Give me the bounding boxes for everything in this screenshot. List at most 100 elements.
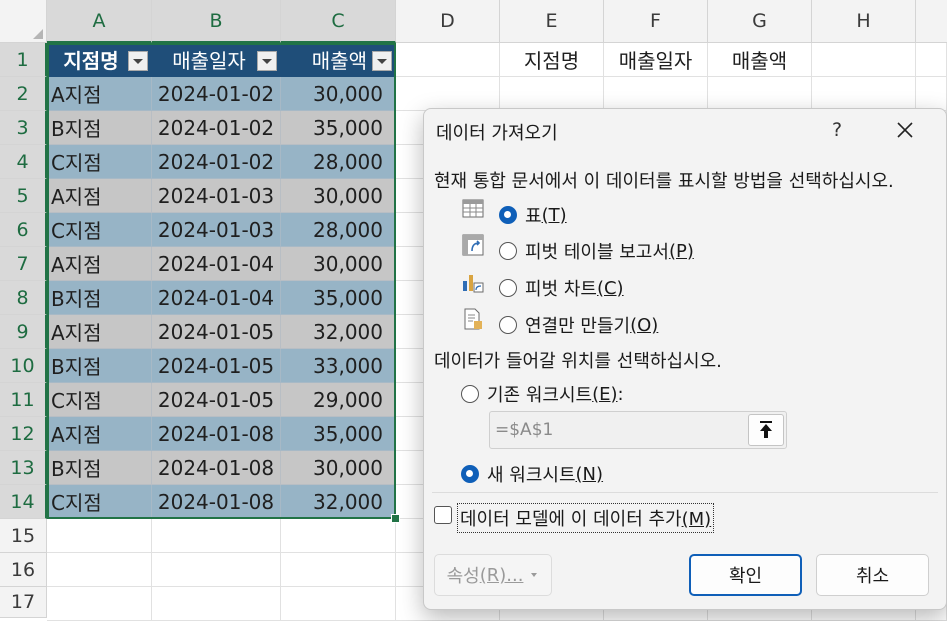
table-cell[interactable]: 2024-01-04	[152, 247, 281, 281]
empty-cell[interactable]	[47, 519, 152, 553]
table-cell[interactable]: 35,000	[281, 417, 396, 451]
row-header-6[interactable]: 6	[0, 213, 47, 247]
filter-dropdown-button[interactable]	[372, 51, 392, 71]
table-cell[interactable]: 32,000	[281, 485, 396, 519]
option-pivot-table[interactable]: 피벗 테이블 보고서 (P)	[499, 238, 694, 264]
empty-cell[interactable]	[152, 587, 281, 621]
column-header-next[interactable]	[916, 0, 947, 43]
table-cell[interactable]: C지점	[47, 145, 152, 179]
row-header-14[interactable]: 14	[0, 485, 47, 519]
filter-dropdown-button[interactable]	[257, 51, 277, 71]
empty-cell[interactable]	[604, 77, 708, 111]
option-pivot-chart[interactable]: 피벗 차트 (C)	[499, 275, 624, 301]
table-cell[interactable]: B지점	[47, 281, 152, 315]
data-model-label[interactable]: 데이터 모델에 이 데이터 추가(M)	[457, 503, 715, 533]
select-all-corner[interactable]	[0, 0, 47, 43]
ok-button[interactable]: 확인	[689, 554, 802, 596]
option-existing-worksheet[interactable]: 기존 워크시트 (E):	[461, 381, 624, 407]
table-cell[interactable]: 29,000	[281, 383, 396, 417]
column-header-f[interactable]: F	[604, 0, 708, 43]
table-cell[interactable]: 2024-01-05	[152, 349, 281, 383]
column-header-d[interactable]: D	[396, 0, 500, 43]
column-header-g[interactable]: G	[708, 0, 812, 43]
table-cell[interactable]: A지점	[47, 417, 152, 451]
cell-reference-input[interactable]: =$A$1	[489, 411, 787, 449]
table-cell[interactable]: C지점	[47, 485, 152, 519]
table-cell[interactable]: 2024-01-02	[152, 111, 281, 145]
table-cell[interactable]: 35,000	[281, 281, 396, 315]
table-cell[interactable]: 28,000	[281, 145, 396, 179]
empty-cell[interactable]	[47, 587, 152, 621]
column-header-h[interactable]: H	[812, 0, 916, 43]
empty-cell[interactable]	[281, 519, 396, 553]
empty-cell[interactable]	[152, 553, 281, 587]
table-cell[interactable]: 30,000	[281, 77, 396, 111]
table-cell[interactable]: C지점	[47, 383, 152, 417]
cancel-button[interactable]: 취소	[816, 554, 929, 596]
option-new-worksheet[interactable]: 새 워크시트 (N)	[461, 461, 603, 487]
table-cell[interactable]: 35,000	[281, 111, 396, 145]
empty-cell[interactable]	[281, 587, 396, 621]
table-cell[interactable]: 30,000	[281, 451, 396, 485]
column-header-b[interactable]: B	[152, 0, 281, 43]
row-header-13[interactable]: 13	[0, 451, 47, 485]
empty-cell[interactable]	[152, 519, 281, 553]
row-header-16[interactable]: 16	[0, 553, 47, 587]
table-cell[interactable]: 2024-01-02	[152, 77, 281, 111]
table-cell[interactable]: A지점	[47, 247, 152, 281]
table-cell[interactable]: 30,000	[281, 179, 396, 213]
empty-cell[interactable]	[916, 43, 947, 77]
connection-only-radio[interactable]	[499, 316, 517, 334]
table-header-cell[interactable]: 지점명	[47, 43, 152, 77]
option-connection-only[interactable]: 연결만 만들기 (O)	[499, 312, 658, 338]
table-cell[interactable]: 32,000	[281, 315, 396, 349]
row-header-17[interactable]: 17	[0, 587, 47, 618]
column-header-e[interactable]: E	[500, 0, 604, 43]
table-cell[interactable]: A지점	[47, 179, 152, 213]
row-header-12[interactable]: 12	[0, 417, 47, 451]
empty-cell[interactable]	[396, 77, 500, 111]
empty-cell[interactable]	[812, 43, 916, 77]
filter-dropdown-button[interactable]	[128, 51, 148, 71]
row-header-7[interactable]: 7	[0, 247, 47, 281]
empty-cell[interactable]	[708, 77, 812, 111]
row-header-9[interactable]: 9	[0, 315, 47, 349]
table-cell[interactable]: B지점	[47, 111, 152, 145]
properties-button[interactable]: 속성 (R)...	[434, 554, 552, 596]
row-header-1[interactable]: 1	[0, 43, 47, 77]
empty-cell[interactable]	[47, 553, 152, 587]
column-header-c[interactable]: C	[281, 0, 396, 43]
cell-e1[interactable]: 지점명	[500, 43, 604, 77]
table-cell[interactable]: 28,000	[281, 213, 396, 247]
table-cell[interactable]: A지점	[47, 315, 152, 349]
table-header-cell[interactable]: 매출일자	[152, 43, 281, 77]
row-header-4[interactable]: 4	[0, 145, 47, 179]
table-cell[interactable]: 2024-01-03	[152, 213, 281, 247]
table-radio[interactable]	[499, 206, 517, 224]
empty-cell[interactable]	[500, 77, 604, 111]
table-cell[interactable]: 2024-01-05	[152, 315, 281, 349]
cell-f1[interactable]: 매출일자	[604, 43, 708, 77]
empty-cell[interactable]	[916, 77, 947, 111]
column-header-a[interactable]: A	[47, 0, 152, 43]
table-cell[interactable]: 2024-01-02	[152, 145, 281, 179]
data-model-checkbox[interactable]	[434, 506, 452, 524]
pivot-table-radio[interactable]	[499, 242, 517, 260]
row-header-15[interactable]: 15	[0, 519, 47, 553]
table-header-cell[interactable]: 매출액	[281, 43, 396, 77]
row-header-5[interactable]: 5	[0, 179, 47, 213]
table-cell[interactable]: C지점	[47, 213, 152, 247]
row-header-10[interactable]: 10	[0, 349, 47, 383]
row-header-3[interactable]: 3	[0, 111, 47, 145]
option-table[interactable]: 표 (T)	[499, 202, 567, 228]
row-header-2[interactable]: 2	[0, 77, 47, 111]
table-cell[interactable]: 30,000	[281, 247, 396, 281]
table-cell[interactable]: B지점	[47, 349, 152, 383]
row-header-8[interactable]: 8	[0, 281, 47, 315]
table-cell[interactable]: 2024-01-04	[152, 281, 281, 315]
collapse-dialog-button[interactable]	[748, 414, 784, 446]
table-cell[interactable]: 2024-01-05	[152, 383, 281, 417]
empty-cell[interactable]	[281, 553, 396, 587]
close-button[interactable]	[890, 115, 920, 145]
table-cell[interactable]: 33,000	[281, 349, 396, 383]
